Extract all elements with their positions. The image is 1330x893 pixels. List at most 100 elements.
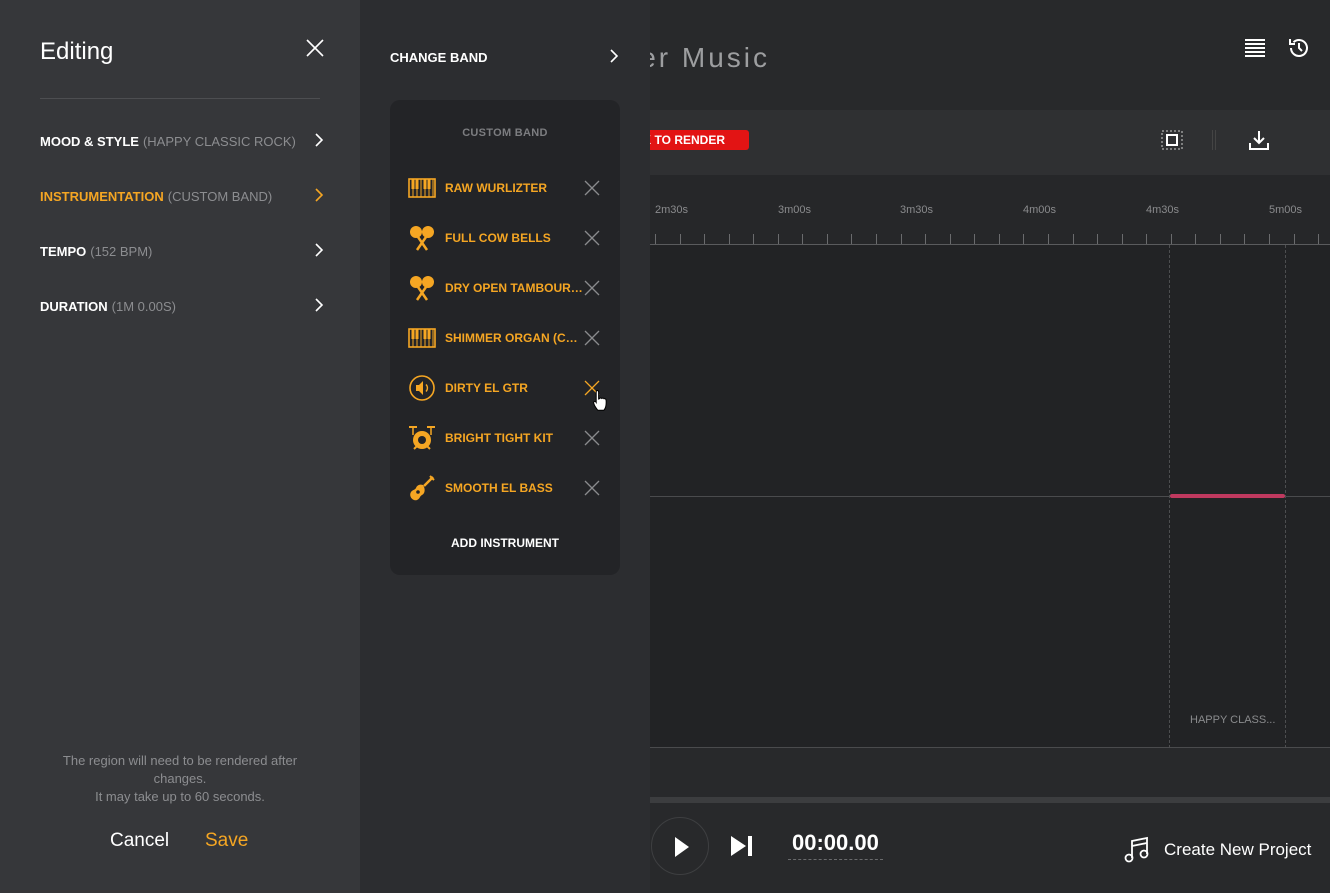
ruler-tick-minor [655, 234, 656, 244]
instrument-row[interactable]: FULL COW BELLS [408, 223, 604, 253]
play-button[interactable] [651, 817, 709, 875]
maracas-icon [410, 226, 434, 251]
keyboard-icon [408, 328, 436, 348]
tick-label: 2m30s [655, 204, 689, 216]
ruler-tick-minor [802, 234, 804, 244]
editing-panel: Editing MOOD & STYLE (HAPPY CLASSIC ROCK… [0, 0, 360, 893]
change-band-button[interactable]: CHANGE BAND [390, 44, 620, 70]
ruler-tick-minor [1121, 234, 1123, 244]
time-display[interactable]: 00:00.00 [788, 830, 883, 860]
ruler-tick-minor [851, 234, 853, 244]
ruler-tick-minor [1318, 234, 1320, 244]
maracas-icon [410, 276, 434, 301]
fit-view-icon[interactable] [1161, 130, 1183, 150]
instrument-label: SHIMMER ORGAN (COM... [445, 331, 583, 345]
ruler-tick-minor [1047, 234, 1049, 244]
instrument-row[interactable]: RAW WURLIZTER [408, 173, 604, 203]
card-title: CUSTOM BAND [462, 127, 548, 139]
menu-item-name: TEMPO [40, 243, 87, 259]
menu-item-instrumentation[interactable]: INSTRUMENTATION (CUSTOM BAND) [40, 184, 325, 208]
speaker-icon [409, 375, 435, 401]
guitar-icon [410, 475, 435, 501]
editing-title: Editing [40, 38, 114, 65]
instrument-label: DIRTY EL GTR [445, 381, 528, 395]
toolbar-divider [1212, 130, 1216, 150]
close-icon[interactable] [304, 37, 326, 59]
render-note-line: It may take up to 60 seconds. [95, 789, 265, 804]
ruler-tick-minor [704, 234, 706, 244]
tick-label: 4m30s [1146, 204, 1180, 216]
menu-item-tempo[interactable]: TEMPO (152 BPM) [40, 239, 325, 263]
region-bar[interactable] [1170, 494, 1285, 498]
menu-item-name: MOOD & STYLE [40, 133, 139, 149]
hand-cursor-icon [593, 389, 607, 411]
menu-item-detail: (152 BPM) [90, 243, 153, 259]
ruler-tick-minor [974, 234, 976, 244]
ruler-tick-minor [1219, 234, 1221, 244]
ruler-tick-minor [1023, 234, 1025, 244]
menu-item-name: DURATION [40, 298, 108, 314]
ruler-tick-minor [1146, 234, 1148, 244]
chevron-right-icon [315, 298, 324, 312]
keyboard-icon [408, 178, 436, 198]
chevron-right-icon [315, 188, 324, 202]
history-icon[interactable] [1287, 36, 1311, 60]
skip-forward-icon[interactable] [729, 834, 755, 858]
instrument-label: RAW WURLIZTER [445, 181, 547, 195]
ruler-tick-minor [1097, 234, 1099, 244]
tick-label: 4m00s [1023, 204, 1057, 216]
ruler-tick-minor [728, 234, 730, 244]
app-root: er Music K TO RENDER 2m30s 3m00s 3m30s 4… [0, 0, 1330, 893]
tick-label: 3m30s [900, 204, 934, 216]
ruler-tick-minor [1195, 234, 1197, 244]
render-note: The region will need to be rendered afte… [40, 752, 320, 806]
ruler-tick-minor [1170, 234, 1172, 244]
instrument-row[interactable]: SHIMMER ORGAN (COM... [408, 323, 604, 353]
ruler-tick-minor [1244, 234, 1246, 244]
ruler-tick-minor [826, 234, 828, 244]
menu-item-duration[interactable]: DURATION (1M 0.00S) [40, 294, 325, 318]
ruler-tick-minor [949, 234, 951, 244]
menu-item-mood-style[interactable]: MOOD & STYLE (HAPPY CLASSIC ROCK) [40, 129, 325, 153]
instrument-label: DRY OPEN TAMBOURINE [445, 281, 583, 295]
ruler-tick-minor [876, 234, 878, 244]
remove-instrument-icon[interactable] [584, 180, 600, 196]
drum-kit-icon [409, 426, 435, 450]
band-panel: CHANGE BAND CUSTOM BAND RAW WURLIZTER FU… [360, 0, 650, 893]
save-button[interactable]: Save [205, 830, 248, 852]
download-icon[interactable] [1247, 128, 1271, 152]
editing-divider [40, 98, 320, 99]
remove-instrument-icon[interactable] [584, 280, 600, 296]
remove-instrument-icon[interactable] [584, 430, 600, 446]
instrument-row[interactable]: DRY OPEN TAMBOURINE [408, 273, 604, 303]
remove-instrument-icon[interactable] [584, 480, 600, 496]
ruler-tick-minor [679, 234, 681, 244]
instrument-label: FULL COW BELLS [445, 231, 551, 245]
menu-item-name: INSTRUMENTATION [40, 188, 164, 204]
ruler-tick-minor [1072, 234, 1074, 244]
render-note-line: The region will need to be rendered afte… [62, 753, 298, 786]
ruler-tick-minor [1293, 234, 1295, 244]
remove-instrument-icon[interactable] [584, 330, 600, 346]
ruler-tick-minor [998, 234, 1000, 244]
cancel-button[interactable]: Cancel [110, 830, 169, 852]
chevron-right-icon [315, 243, 324, 257]
list-icon[interactable] [1243, 36, 1267, 60]
remove-instrument-icon[interactable] [584, 230, 600, 246]
instrument-row[interactable]: BRIGHT TIGHT KIT [408, 423, 604, 453]
region-end-marker [1285, 245, 1286, 748]
ruler-tick-minor [925, 234, 927, 244]
add-instrument-button[interactable]: ADD INSTRUMENT [390, 536, 620, 550]
play-icon [675, 837, 689, 857]
tick-label: 5m00s [1269, 204, 1303, 216]
region-label: HAPPY CLASS... [1190, 714, 1276, 726]
menu-item-detail: (1M 0.00S) [111, 298, 176, 314]
menu-item-detail: (HAPPY CLASSIC ROCK) [142, 133, 296, 149]
instrument-row[interactable]: SMOOTH EL BASS [408, 473, 604, 503]
change-band-label: CHANGE BAND [390, 49, 488, 65]
tick-label: 3m00s [778, 204, 812, 216]
music-note-icon [1124, 836, 1149, 863]
instrument-row[interactable]: DIRTY EL GTR [408, 373, 604, 403]
create-new-project-button[interactable]: Create New Project [1124, 835, 1311, 865]
custom-band-card: CUSTOM BAND RAW WURLIZTER FULL COW BELLS… [390, 100, 620, 575]
